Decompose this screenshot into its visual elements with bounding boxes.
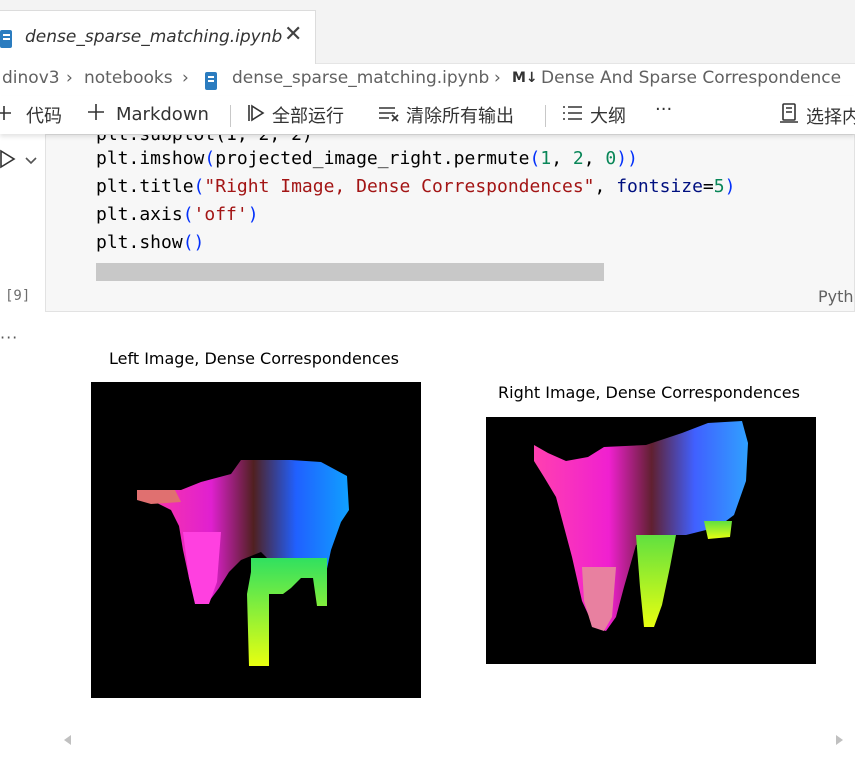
breadcrumb: dinov3 › notebooks › dense_sparse_matchi… [0,64,855,96]
notebook-icon [0,29,14,53]
markdown-icon: M↓ [512,70,538,86]
right-dense-correspondence-image [486,417,816,664]
execution-count: [9] [5,288,31,304]
code-line-title: plt.title("Right Image, Dense Correspond… [96,176,736,197]
toolbar-divider [545,105,546,127]
outline-icon [562,103,590,128]
horizontal-scrollbar[interactable] [96,263,604,281]
outline-button[interactable]: 大纲 [562,102,626,128]
breadcrumb-item-notebooks[interactable]: notebooks [84,68,173,88]
breadcrumb-separator: › [66,68,73,88]
more-icon: ··· [655,99,673,120]
breadcrumb-item-section[interactable]: Dense And Sparse Correspondence [541,68,841,88]
toolbar-divider [230,105,231,127]
left-dense-correspondence-image [91,382,421,698]
notebook-icon [204,72,218,95]
add-markdown-button[interactable]: Markdown [86,102,209,127]
notebook-toolbar: 代码 Markdown 全部运行 清除所有输出 大纲 ··· 选择内核 [0,96,855,134]
add-markdown-label: Markdown [116,104,209,125]
tab-label: dense_sparse_matching.ipynb [25,27,283,47]
chevron-down-icon[interactable] [24,152,38,171]
right-figure-title: Right Image, Dense Correspondences [498,383,800,402]
more-actions-button[interactable]: ··· [655,99,672,120]
run-cell-icon[interactable] [0,148,16,174]
tab-dense-sparse-matching[interactable]: dense_sparse_matching.ipynb ✕ [0,10,316,65]
breadcrumb-item-notebook[interactable]: dense_sparse_matching.ipynb [232,68,489,88]
close-icon[interactable]: ✕ [284,24,302,46]
select-kernel-button[interactable]: 选择内核 [778,102,855,129]
breadcrumb-item-dinov3[interactable]: dinov3 [2,68,60,88]
code-cell[interactable]: plt.subplot(1, 2, 2) plt.imshow(projecte… [45,134,855,312]
cell-language-label[interactable]: Python [818,287,854,306]
plus-icon [0,105,18,126]
plus-icon [86,102,112,127]
run-all-label: 全部运行 [272,106,344,127]
clear-outputs-button[interactable]: 清除所有输出 [378,102,514,128]
run-all-icon [246,103,272,128]
add-code-label: 代码 [26,106,62,127]
breadcrumb-separator: › [494,68,501,88]
outline-label: 大纲 [590,106,626,127]
select-kernel-label: 选择内核 [806,106,855,128]
code-line-imshow: plt.imshow(projected_image_right.permute… [96,148,638,169]
scroll-left-icon[interactable] [62,731,72,750]
output-more-icon[interactable]: ··· [0,328,18,347]
run-all-button[interactable]: 全部运行 [246,102,344,128]
add-code-button[interactable]: 代码 [0,102,62,128]
scroll-right-icon[interactable] [835,731,845,750]
clear-outputs-label: 清除所有输出 [406,106,514,127]
code-line-axis: plt.axis('off') [96,204,259,225]
kernel-icon [778,102,806,129]
left-figure-title: Left Image, Dense Correspondences [109,349,399,368]
code-line-show: plt.show() [96,232,205,253]
clear-all-icon [378,103,406,128]
tab-bar: dense_sparse_matching.ipynb ✕ [0,0,855,65]
breadcrumb-separator: › [182,68,189,88]
